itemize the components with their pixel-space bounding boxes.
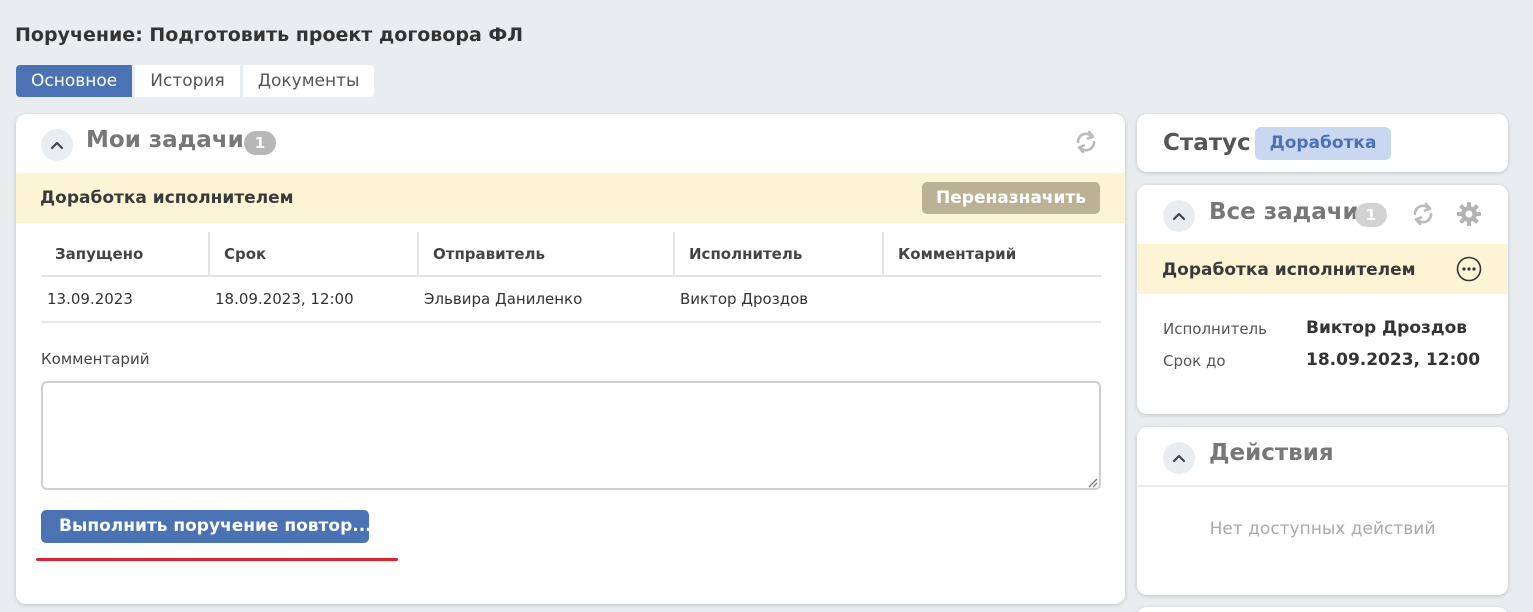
all-tasks-stage-title: Доработка исполнителем — [1162, 260, 1416, 280]
stage-title: Доработка исполнителем — [40, 188, 294, 208]
more-options-icon[interactable] — [1456, 256, 1482, 282]
refresh-icon[interactable] — [1072, 128, 1100, 156]
my-tasks-count-badge: 1 — [244, 131, 276, 155]
collapse-actions-button[interactable] — [1163, 442, 1195, 474]
chevron-up-icon — [1172, 454, 1186, 463]
stage-bar: Доработка исполнителем Переназначить — [16, 173, 1125, 223]
deadline-value: 18.09.2023, 12:00 — [1306, 350, 1481, 370]
my-tasks-card: Мои задачи 1 Доработка исполнителем Пере… — [16, 114, 1125, 604]
executor-label: Исполнитель — [1163, 320, 1267, 338]
tab-main[interactable]: Основное — [16, 65, 136, 97]
all-tasks-count-badge: 1 — [1355, 203, 1387, 227]
comment-input[interactable] — [41, 381, 1101, 490]
my-tasks-title: Мои задачи — [86, 127, 244, 153]
chevron-up-icon — [50, 141, 64, 150]
status-badge: Доработка — [1255, 127, 1391, 160]
all-tasks-card: Все задачи 1 Доработка исполнителем Испо… — [1137, 185, 1508, 414]
tab-documents[interactable]: Документы — [243, 65, 375, 97]
collapse-my-tasks-button[interactable] — [41, 129, 73, 161]
tab-history[interactable]: История — [135, 65, 243, 97]
next-card-edge — [1137, 607, 1508, 612]
column-header[interactable]: Отправитель — [418, 232, 675, 277]
actions-title: Действия — [1209, 440, 1334, 466]
tasks-table: Запущено Срок Отправитель Исполнитель Ко… — [41, 232, 1101, 323]
deadline-label: Срок до — [1163, 352, 1226, 370]
column-header[interactable]: Исполнитель — [674, 232, 884, 277]
all-tasks-stage-bar[interactable]: Доработка исполнителем — [1137, 244, 1508, 294]
reassign-button[interactable]: Переназначить — [922, 182, 1100, 214]
page-title: Поручение: Подготовить проект договора Ф… — [15, 24, 524, 46]
chevron-up-icon — [1172, 212, 1186, 221]
cell-deadline: 18.09.2023, 12:00 — [209, 276, 418, 323]
gear-icon[interactable] — [1455, 200, 1483, 228]
cell-comment — [883, 276, 1101, 323]
cell-sender: Эльвира Даниленко — [418, 276, 674, 323]
collapse-all-tasks-button[interactable] — [1163, 200, 1195, 232]
tab-bar: Основное История Документы — [16, 65, 375, 97]
comment-label: Комментарий — [41, 350, 150, 368]
execute-again-button[interactable]: Выполнить поручение повтор... — [41, 510, 369, 543]
column-header[interactable]: Запущено — [41, 232, 210, 277]
divider — [1137, 485, 1508, 487]
cell-started: 13.09.2023 — [41, 276, 209, 323]
no-actions-text: Нет доступных действий — [1209, 519, 1436, 539]
column-header[interactable]: Комментарий — [883, 232, 1101, 277]
cell-executor: Виктор Дроздов — [674, 276, 883, 323]
column-header[interactable]: Срок — [209, 232, 419, 277]
actions-card: Действия Нет доступных действий — [1137, 427, 1508, 595]
highlight-underline — [36, 558, 398, 561]
table-row[interactable]: 13.09.2023 18.09.2023, 12:00 Эльвира Дан… — [41, 276, 1101, 323]
table-header-row: Запущено Срок Отправитель Исполнитель Ко… — [41, 232, 1101, 277]
status-label: Статус — [1163, 130, 1251, 156]
all-tasks-title: Все задачи — [1209, 199, 1359, 225]
refresh-icon[interactable] — [1409, 200, 1437, 228]
status-card: Статус Доработка — [1137, 114, 1508, 172]
resize-handle-icon[interactable] — [1086, 476, 1098, 488]
executor-value: Виктор Дроздов — [1306, 318, 1468, 338]
